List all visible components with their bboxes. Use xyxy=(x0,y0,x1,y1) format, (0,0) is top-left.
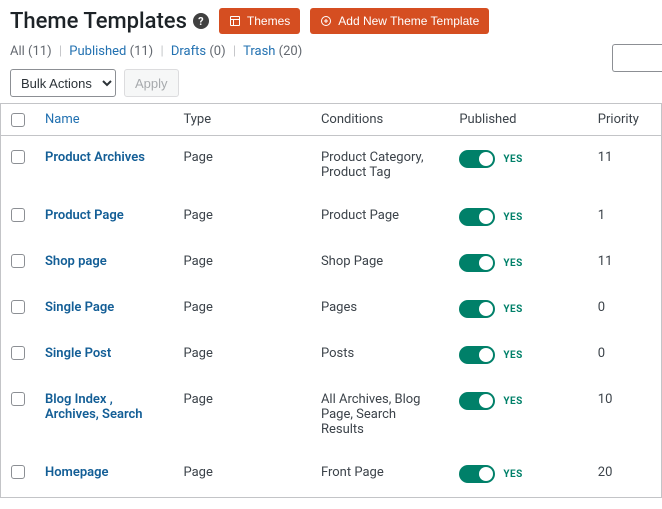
published-toggle[interactable] xyxy=(459,392,495,410)
published-toggle-label: YES xyxy=(503,396,522,407)
published-toggle[interactable] xyxy=(459,346,495,364)
published-toggle-label: YES xyxy=(503,212,522,223)
row-checkbox[interactable] xyxy=(11,346,25,360)
col-published: Published xyxy=(449,104,587,136)
template-priority: 11 xyxy=(588,240,662,286)
published-toggle-label: YES xyxy=(503,154,522,165)
filter-published[interactable]: Published xyxy=(69,44,126,59)
template-priority: 0 xyxy=(588,332,662,378)
template-name-link[interactable]: Single Page xyxy=(45,300,114,315)
col-name[interactable]: Name xyxy=(35,104,173,136)
table-row: Blog Index , Archives, Search PageAll Arc… xyxy=(1,378,662,451)
bulk-actions-select[interactable]: Bulk Actions xyxy=(10,69,116,97)
template-priority: 20 xyxy=(588,451,662,498)
row-checkbox[interactable] xyxy=(11,392,25,406)
apply-button[interactable]: Apply xyxy=(124,69,179,97)
template-conditions: Posts xyxy=(311,332,449,378)
template-conditions: Product Category, Product Tag xyxy=(311,136,449,195)
table-row: Shop page PageShop Page YES 11 xyxy=(1,240,662,286)
col-type: Type xyxy=(173,104,311,136)
filter-drafts[interactable]: Drafts xyxy=(171,44,206,59)
template-name-link[interactable]: Product Archives xyxy=(45,150,145,165)
row-checkbox[interactable] xyxy=(11,150,25,164)
filter-drafts-count: (0) xyxy=(209,44,225,59)
templates-table: Name Type Conditions Published Priority … xyxy=(0,103,662,498)
row-checkbox[interactable] xyxy=(11,300,25,314)
row-checkbox[interactable] xyxy=(11,208,25,222)
help-icon[interactable]: ? xyxy=(193,13,209,29)
table-row: Product Archives PageProduct Category, Pr… xyxy=(1,136,662,195)
published-toggle[interactable] xyxy=(459,208,495,226)
plus-circle-icon xyxy=(320,15,332,27)
search-input[interactable] xyxy=(612,44,662,72)
published-toggle-label: YES xyxy=(503,304,522,315)
published-toggle[interactable] xyxy=(459,300,495,318)
published-toggle-label: YES xyxy=(503,350,522,361)
select-all-checkbox[interactable] xyxy=(11,113,25,127)
template-name-link[interactable]: Blog Index , Archives, Search xyxy=(45,392,143,422)
template-priority: 10 xyxy=(588,378,662,451)
template-type: Page xyxy=(173,286,311,332)
template-type: Page xyxy=(173,451,311,498)
published-toggle-label: YES xyxy=(503,469,522,480)
page-title-text: Theme Templates xyxy=(10,9,187,34)
col-conditions: Conditions xyxy=(311,104,449,136)
table-row: Single Post PagePosts YES 0 xyxy=(1,332,662,378)
template-conditions: Pages xyxy=(311,286,449,332)
row-checkbox[interactable] xyxy=(11,465,25,479)
template-name-link[interactable]: Homepage xyxy=(45,465,109,480)
template-conditions: All Archives, Blog Page, Search Results xyxy=(311,378,449,451)
template-type: Page xyxy=(173,332,311,378)
template-priority: 11 xyxy=(588,136,662,195)
template-name-link[interactable]: Product Page xyxy=(45,208,124,223)
template-type: Page xyxy=(173,240,311,286)
add-template-button-label: Add New Theme Template xyxy=(338,14,479,28)
template-priority: 1 xyxy=(588,194,662,240)
template-priority: 0 xyxy=(588,286,662,332)
template-type: Page xyxy=(173,194,311,240)
published-toggle[interactable] xyxy=(459,254,495,272)
template-name-link[interactable]: Shop page xyxy=(45,254,107,269)
filter-all-count: (11) xyxy=(28,44,52,59)
table-row: Product PagePageProduct PageYES1 xyxy=(1,194,662,240)
template-conditions: Product Page xyxy=(311,194,449,240)
row-checkbox[interactable] xyxy=(11,254,25,268)
add-template-button[interactable]: Add New Theme Template xyxy=(310,8,489,34)
template-type: Page xyxy=(173,136,311,195)
layout-icon xyxy=(229,15,241,27)
filter-trash[interactable]: Trash xyxy=(243,44,275,59)
status-filters: All (11) | Published (11) | Drafts (0) |… xyxy=(0,40,662,63)
published-toggle[interactable] xyxy=(459,465,495,483)
themes-button-label: Themes xyxy=(247,14,290,28)
template-conditions: Shop Page xyxy=(311,240,449,286)
table-row: Single Page PagePages YES 0 xyxy=(1,286,662,332)
col-priority: Priority xyxy=(588,104,662,136)
template-conditions: Front Page xyxy=(311,451,449,498)
published-toggle-label: YES xyxy=(503,258,522,269)
filter-trash-count: (20) xyxy=(279,44,303,59)
themes-button[interactable]: Themes xyxy=(219,8,300,34)
page-title: Theme Templates ? xyxy=(10,9,209,34)
filter-all-label: All xyxy=(10,44,25,59)
table-row: Homepage PageFront Page YES 20 xyxy=(1,451,662,498)
filter-published-count: (11) xyxy=(130,44,154,59)
published-toggle[interactable] xyxy=(459,150,495,168)
template-name-link[interactable]: Single Post xyxy=(45,346,111,361)
template-type: Page xyxy=(173,378,311,451)
